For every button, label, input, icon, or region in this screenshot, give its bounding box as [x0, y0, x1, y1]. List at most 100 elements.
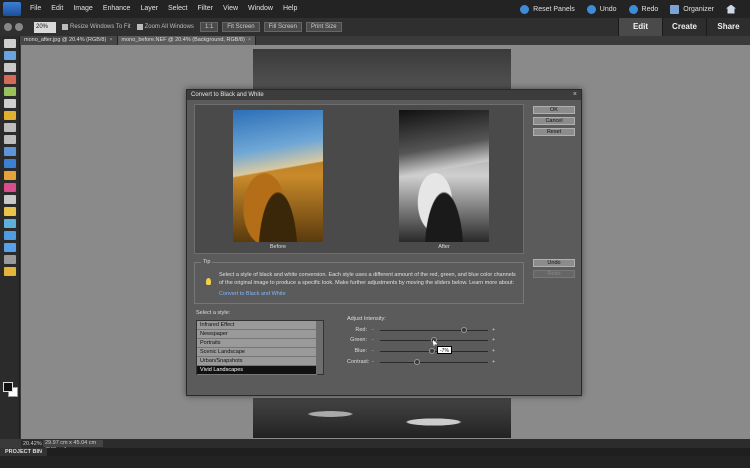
cancel-button[interactable]: Cancel — [533, 117, 575, 125]
tab-share[interactable]: Share — [706, 18, 750, 36]
undo-button[interactable]: Undo — [533, 259, 575, 267]
red-label: Red: — [355, 327, 367, 333]
doc-tab-mono-after[interactable]: mono_after.jpg @ 20.4% (RGB/8) × — [20, 36, 118, 45]
menu-bar: File Edit Image Enhance Layer Select Fil… — [0, 0, 750, 18]
style-item-scenic-landscape[interactable]: Scenic Landscape — [197, 348, 317, 357]
close-icon[interactable]: × — [573, 90, 577, 100]
menu-edit[interactable]: Edit — [46, 0, 68, 18]
type-tool-icon[interactable] — [4, 123, 16, 132]
tab-create[interactable]: Create — [662, 18, 706, 36]
contrast-label: Contrast: — [347, 359, 370, 365]
redo-icon — [628, 4, 638, 14]
project-bin-button[interactable]: PROJECT BIN — [0, 448, 47, 456]
doc-tab-label: mono_after.jpg @ 20.4% (RGB/8) — [24, 37, 107, 43]
eyedropper-tool-icon[interactable] — [4, 63, 16, 72]
zoom-field[interactable] — [34, 21, 56, 33]
style-list-scrollbar[interactable] — [316, 321, 323, 374]
quick-selection-tool-icon[interactable] — [4, 111, 16, 120]
doc-tab-mono-before[interactable]: mono_before.NEF @ 20.4% (Background, RGB… — [117, 36, 257, 45]
red-eye-tool-icon[interactable] — [4, 75, 16, 84]
blue-slider-row: Blue: - + — [347, 347, 497, 355]
green-label: Green: — [350, 337, 367, 343]
paint-bucket-tool-icon[interactable] — [4, 207, 16, 216]
bottom-bar — [0, 456, 750, 468]
red-slider-track[interactable] — [380, 330, 488, 331]
menu-help[interactable]: Help — [278, 0, 302, 18]
one-to-one-button[interactable]: 1:1 — [199, 22, 219, 32]
red-slider-knob[interactable] — [461, 327, 468, 333]
zoom-all-label: Zoom All Windows — [144, 24, 194, 30]
menu-view[interactable]: View — [218, 0, 243, 18]
crop-tool-icon[interactable] — [4, 135, 16, 144]
document-dimensions[interactable]: 29.97 cm x 45.04 cm (240 ppi) — [43, 440, 103, 453]
zoom-all-option[interactable]: Zoom All Windows — [136, 24, 194, 30]
zoom-in-icon[interactable] — [15, 23, 23, 31]
menu-image[interactable]: Image — [68, 0, 97, 18]
style-item-portraits[interactable]: Portraits — [197, 339, 317, 348]
close-icon[interactable]: × — [248, 36, 251, 45]
redo-button[interactable]: Redo — [533, 270, 575, 278]
menu-select[interactable]: Select — [163, 0, 192, 18]
green-minus: - — [372, 337, 374, 343]
contrast-slider-track[interactable] — [380, 362, 488, 363]
clone-stamp-tool-icon[interactable] — [4, 159, 16, 168]
menu-window[interactable]: Window — [243, 0, 278, 18]
recompose-tool-icon[interactable] — [4, 147, 16, 156]
reset-button[interactable]: Reset — [533, 128, 575, 136]
reset-panels-label: Reset Panels — [533, 5, 575, 13]
resize-windows-option[interactable]: Resize Windows To Fit — [62, 24, 131, 30]
lasso-tool-icon[interactable] — [4, 87, 16, 96]
menu-file[interactable]: File — [25, 0, 46, 18]
undo-button[interactable]: Undo — [586, 4, 617, 14]
contrast-plus: + — [492, 359, 496, 365]
options-bar: Resize Windows To Fit Zoom All Windows 1… — [0, 18, 620, 36]
zoom-tool-icon[interactable] — [4, 51, 16, 60]
menu-layer[interactable]: Layer — [135, 0, 163, 18]
eraser-tool-icon[interactable] — [4, 183, 16, 192]
move-tool-icon[interactable] — [4, 39, 16, 48]
print-size-button[interactable]: Print Size — [305, 22, 342, 32]
blur-tool-icon[interactable] — [4, 243, 16, 252]
green-slider-row: Green: - + — [347, 336, 497, 344]
close-icon[interactable]: × — [109, 36, 112, 45]
style-item-urban-snapshots[interactable]: Urban/Snapshots — [197, 357, 317, 366]
zoom-out-icon[interactable] — [4, 23, 12, 31]
style-list[interactable]: Infrared Effect Newspaper Portraits Scen… — [196, 320, 324, 375]
menu-filter[interactable]: Filter — [192, 0, 218, 18]
fit-screen-button[interactable]: Fit Screen — [222, 22, 260, 32]
ok-button[interactable]: OK — [533, 106, 575, 114]
style-item-vivid-landscapes[interactable]: Vivid Landscapes — [197, 366, 317, 375]
pencil-tool-icon[interactable] — [4, 195, 16, 204]
marquee-tool-icon[interactable] — [4, 99, 16, 108]
contrast-slider-knob[interactable] — [413, 359, 420, 365]
reset-panels-button[interactable]: Reset Panels — [520, 4, 575, 14]
foreground-color-swatch[interactable] — [3, 382, 13, 392]
status-bar: 20.42% 29.97 cm x 45.04 cm (240 ppi) — [21, 439, 750, 453]
slider-tooltip: -7% — [437, 346, 452, 354]
home-icon[interactable] — [726, 4, 736, 14]
learn-more-link[interactable]: Convert to Black and White — [219, 291, 286, 297]
blue-label: Blue: — [354, 348, 367, 354]
dialog-title: Convert to Black and White — [191, 92, 264, 98]
smart-brush-tool-icon[interactable] — [4, 267, 16, 276]
organizer-icon — [670, 4, 680, 14]
shape-tool-icon[interactable] — [4, 231, 16, 240]
brush-tool-icon[interactable] — [4, 171, 16, 180]
blue-slider-knob[interactable] — [428, 348, 435, 354]
redo-button[interactable]: Redo — [628, 4, 658, 14]
undo-icon — [586, 4, 596, 14]
blue-minus: - — [372, 348, 374, 354]
before-label: Before — [269, 244, 287, 250]
convert-to-bw-dialog: Convert to Black and White × Before Afte… — [186, 89, 582, 396]
resize-windows-checkbox[interactable] — [62, 24, 68, 30]
tab-edit[interactable]: Edit — [618, 18, 662, 36]
style-item-newspaper[interactable]: Newspaper — [197, 330, 317, 339]
organizer-button[interactable]: Organizer — [670, 4, 714, 14]
menu-enhance[interactable]: Enhance — [98, 0, 136, 18]
zoom-all-checkbox[interactable] — [136, 24, 143, 30]
dialog-titlebar[interactable]: Convert to Black and White × — [187, 90, 581, 100]
sponge-tool-icon[interactable] — [4, 255, 16, 264]
style-item-infrared[interactable]: Infrared Effect — [197, 321, 317, 330]
gradient-tool-icon[interactable] — [4, 219, 16, 228]
fill-screen-button[interactable]: Fill Screen — [263, 22, 302, 32]
